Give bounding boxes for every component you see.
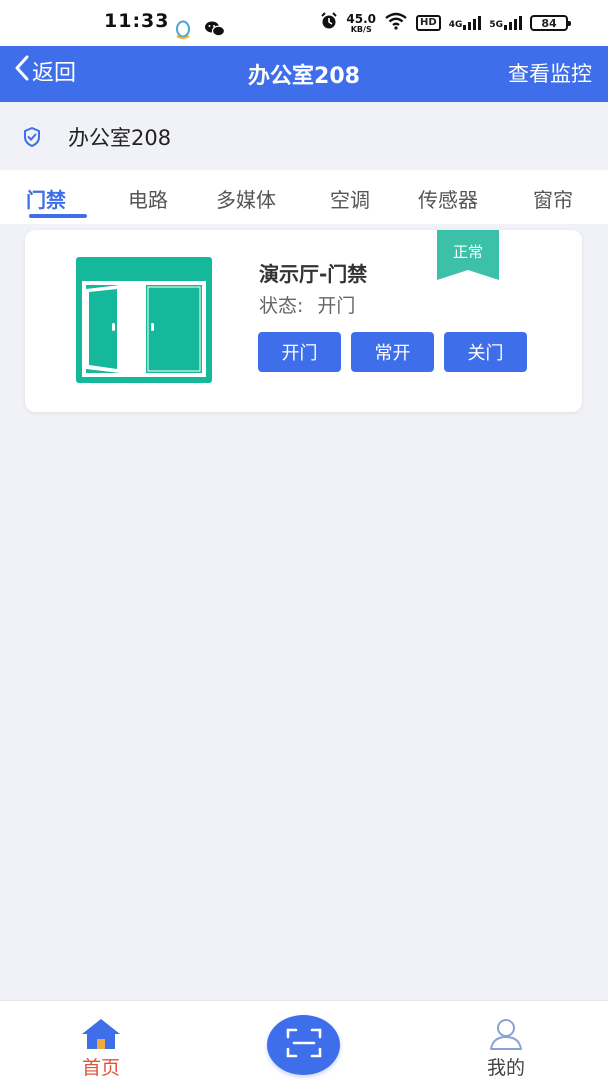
home-icon xyxy=(80,1017,122,1051)
status-label: 状态: xyxy=(259,295,304,317)
active-tab-indicator xyxy=(29,214,87,218)
signal-5g: 5G xyxy=(489,16,522,30)
wechat-icon xyxy=(204,20,226,44)
scan-icon xyxy=(286,1028,322,1062)
status-value: 开门 xyxy=(317,295,356,317)
battery-indicator: 84 xyxy=(530,15,571,31)
hd-badge: HD xyxy=(416,15,441,31)
tab-air-conditioner[interactable]: 空调 xyxy=(330,184,370,213)
user-icon xyxy=(487,1017,525,1051)
nav-mine[interactable]: 我的 xyxy=(446,1001,566,1080)
scan-button[interactable] xyxy=(267,1015,340,1075)
tab-sensor[interactable]: 传感器 xyxy=(418,184,478,213)
nav-mine-label: 我的 xyxy=(486,1057,525,1079)
shield-check-icon xyxy=(22,126,42,152)
status-time: 11:33 xyxy=(104,10,170,32)
alarm-icon xyxy=(320,12,338,34)
status-badge: 正常 xyxy=(452,243,483,261)
device-card: 演示厅-门禁 状态: 开门 开门 常开 关门 正常 xyxy=(25,230,582,412)
view-monitor-button[interactable]: 查看监控 xyxy=(508,58,592,88)
signal-bars-icon xyxy=(504,16,522,30)
nav-home-label: 首页 xyxy=(81,1057,120,1079)
wifi-icon xyxy=(384,12,408,34)
room-header: 办公室208 xyxy=(0,102,608,170)
qq-icon xyxy=(174,20,192,44)
tab-access-control[interactable]: 门禁 xyxy=(26,184,66,213)
device-status: 状态: 开门 xyxy=(259,291,355,318)
nav-home[interactable]: 首页 xyxy=(41,1001,161,1080)
tab-curtain[interactable]: 窗帘 xyxy=(533,184,573,213)
net-speed: 45.0 KB/S xyxy=(346,11,377,34)
signal-bars-icon xyxy=(463,16,482,30)
tab-multimedia[interactable]: 多媒体 xyxy=(216,184,276,213)
category-tabs: 门禁 电路 多媒体 空调 传感器 窗帘 xyxy=(0,170,608,224)
nav-bar: 返回 办公室208 查看监控 xyxy=(0,46,608,102)
back-label: 返回 xyxy=(32,61,77,86)
tab-circuit[interactable]: 电路 xyxy=(128,184,168,213)
door-icon xyxy=(76,257,212,387)
keep-open-button[interactable]: 常开 xyxy=(351,332,434,372)
bottom-nav: 首页 我的 xyxy=(0,1000,608,1080)
back-button[interactable]: 返回 xyxy=(14,55,76,87)
signal-4g: 4G xyxy=(449,16,482,30)
room-name: 办公室208 xyxy=(68,126,172,150)
chevron-left-icon xyxy=(14,55,32,87)
close-door-button[interactable]: 关门 xyxy=(444,332,527,372)
open-door-button[interactable]: 开门 xyxy=(258,332,341,372)
device-title: 演示厅-门禁 xyxy=(259,262,368,286)
status-bar: 11:33 45.0 KB/S HD 4G 5G 84 xyxy=(0,0,608,46)
